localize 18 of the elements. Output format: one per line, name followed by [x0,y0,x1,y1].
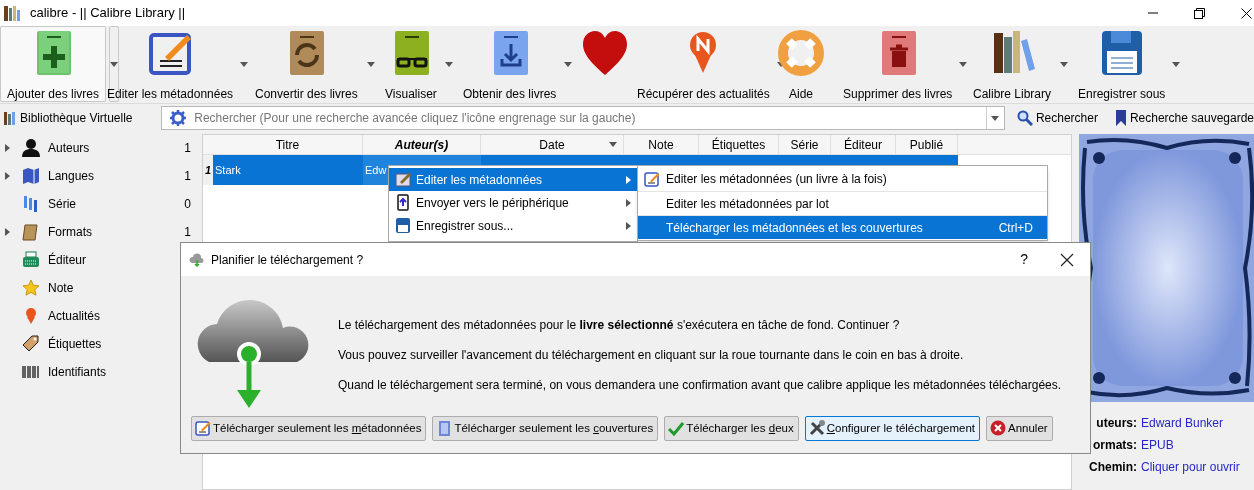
field-label: Chemin: [1088,459,1138,476]
item-count: 1 [184,224,191,241]
field-value: Edward Bunker [1141,415,1225,432]
item-count: 0 [184,196,191,213]
table-cell: Stark [215,163,241,176]
field-label: uteurs: [1095,415,1138,432]
dialog-message: Le téléchargement des métadonnées pour le livre sélectionné s'exécutera en tâche de fond. Continuer ? [338,317,901,334]
field-value: EPUB [1141,437,1175,454]
dialog-title: Planifier le téléchargement ? [211,251,364,269]
dialog-message: Vous pouvez surveiller l'avancement du téléchargement en cliquant sur la roue tournante dans le coin en bas à droite. [338,347,965,364]
item-count: 1 [184,140,191,157]
window-title: calibre - || Calibre Library || [30,4,186,23]
shortcut-label: Ctrl+D [998,219,1033,237]
row-number: 1 [203,155,213,185]
field-label: ormats: [1092,437,1138,454]
item-count: 1 [184,168,191,185]
table-cell-text: Edw [365,162,387,178]
dialog-message: Quand le téléchargement sera terminé, on vous demandera une confirmation avant que calibre applique les métadonnées téléchargées. [338,377,1062,394]
